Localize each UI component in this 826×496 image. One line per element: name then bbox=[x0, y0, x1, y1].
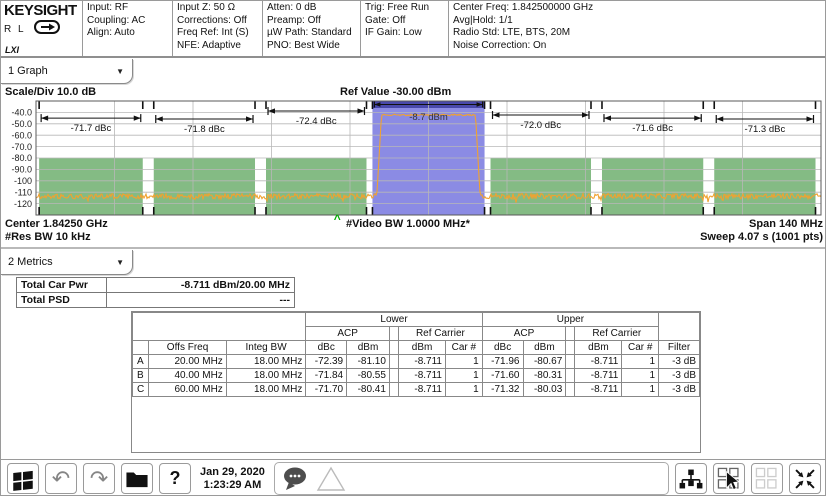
header-info-cell-3: Trig: Free RunGate: OffIF Gain: Low bbox=[361, 1, 449, 56]
svg-text:-60.0: -60.0 bbox=[11, 130, 32, 140]
window-layout-button bbox=[751, 463, 783, 494]
summary-row: Total PSD--- bbox=[17, 293, 295, 308]
acp-group-header-row: Lower Upper bbox=[133, 313, 700, 327]
brand-logo: KEYSIGHT bbox=[4, 2, 79, 19]
metrics-selector-label: 2 Metrics bbox=[8, 256, 53, 268]
mode-label: R L bbox=[4, 24, 26, 35]
scale-row: Scale/Div 10.0 dB Ref Value -30.00 dBm bbox=[1, 86, 826, 98]
redo-icon: ↷ bbox=[90, 468, 108, 490]
svg-text:-50.0: -50.0 bbox=[11, 119, 32, 129]
upper-group-header: Upper bbox=[482, 313, 658, 327]
logo-cell: KEYSIGHT R L LXI bbox=[1, 1, 83, 56]
sequence-icon bbox=[678, 467, 704, 491]
graph-selector-label: 1 Graph bbox=[8, 65, 48, 77]
bottom-toolbar: ↶ ↷ ? Jan 29, 2020 1:23:29 AM bbox=[1, 459, 826, 496]
folder-icon bbox=[124, 467, 150, 491]
svg-text:-72.4 dBc: -72.4 dBc bbox=[296, 116, 337, 127]
header-info-cell-2: Atten: 0 dBPreamp: OffµW Path: StandardP… bbox=[263, 1, 361, 56]
ref-value-label: Ref Value -30.00 dBm bbox=[340, 86, 451, 98]
svg-text:-100: -100 bbox=[14, 176, 32, 186]
collapse-arrows-icon bbox=[792, 466, 818, 492]
lxi-label: LXI bbox=[5, 45, 19, 55]
acp-row-B: B40.00 MHz18.00 MHz-71.84-80.55-8.7111-7… bbox=[133, 369, 700, 383]
window-layout-icon bbox=[754, 466, 780, 492]
redo-button[interactable]: ↷ bbox=[83, 463, 115, 494]
svg-text:-72.0 dBc: -72.0 dBc bbox=[520, 120, 561, 131]
sweep-label: Sweep 4.07 s (1001 pts) bbox=[700, 231, 823, 244]
svg-text:-90.0: -90.0 bbox=[11, 165, 32, 175]
window-select-button[interactable] bbox=[713, 463, 745, 494]
dropdown-arrow-icon: ▼ bbox=[116, 67, 124, 76]
svg-text:-71.7 dBc: -71.7 dBc bbox=[71, 123, 112, 134]
power-summary-table: Total Car Pwr-8.711 dBm/20.00 MHzTotal P… bbox=[16, 277, 295, 308]
header-info-cells: Input: RFCoupling: ACAlign: AutoInput Z:… bbox=[83, 1, 826, 56]
svg-text:-71.8 dBc: -71.8 dBc bbox=[184, 124, 225, 135]
sequence-setup-button[interactable] bbox=[675, 463, 707, 494]
svg-text:-80.0: -80.0 bbox=[11, 153, 32, 163]
undo-button[interactable]: ↶ bbox=[45, 463, 77, 494]
summary-row: Total Car Pwr-8.711 dBm/20.00 MHz bbox=[17, 278, 295, 293]
header-bar: KEYSIGHT R L LXI Input: RFCoupling: ACAl… bbox=[1, 1, 826, 58]
acp-row-A: A20.00 MHz18.00 MHz-72.39-81.10-8.7111-7… bbox=[133, 355, 700, 369]
help-button[interactable]: ? bbox=[159, 463, 191, 494]
acp-results-box: Lower Upper ACP Ref Carrier ACP Ref Carr… bbox=[131, 311, 701, 453]
svg-text:-71.6 dBc: -71.6 dBc bbox=[632, 123, 673, 134]
spectrum-plot[interactable]: -71.7 dBc -71.8 dBc -72.4 dBc -72.0 dBc -71.… bbox=[1, 98, 826, 218]
acp-column-header-row: Offs Freq Integ BW dBc dBm dBm Car # dBc… bbox=[133, 341, 700, 355]
acp-results-table: Lower Upper ACP Ref Carrier ACP Ref Carr… bbox=[132, 312, 700, 397]
header-info-cell-0: Input: RFCoupling: ACAlign: Auto bbox=[83, 1, 173, 56]
message-area[interactable] bbox=[274, 462, 669, 495]
continuous-sweep-icon bbox=[34, 20, 60, 39]
span-label: Span 140 MHz bbox=[700, 218, 823, 231]
datetime-display: Jan 29, 2020 1:23:29 AM bbox=[197, 466, 268, 492]
svg-text:-40.0: -40.0 bbox=[11, 108, 32, 118]
metrics-selector-dropdown[interactable]: 2 Metrics ▼ bbox=[1, 250, 133, 275]
touch-select-icon bbox=[716, 466, 742, 492]
message-bubble-icon bbox=[280, 464, 312, 494]
acp-row-C: C60.00 MHz18.00 MHz-71.70-80.41-8.7111-7… bbox=[133, 383, 700, 397]
analyzer-screen: KEYSIGHT R L LXI Input: RFCoupling: ACAl… bbox=[0, 0, 826, 496]
scale-div-label: Scale/Div 10.0 dB bbox=[5, 86, 96, 98]
undo-icon: ↶ bbox=[52, 468, 70, 490]
graph-selector-dropdown[interactable]: 1 Graph ▼ bbox=[1, 59, 133, 84]
svg-text:-71.3 dBc: -71.3 dBc bbox=[745, 124, 786, 135]
header-info-cell-1: Input Z: 50 ΩCorrections: OffFreq Ref: I… bbox=[173, 1, 263, 56]
res-bw-label: #Res BW 10 kHz bbox=[5, 231, 108, 244]
section-divider bbox=[1, 247, 826, 249]
spectrum-svg: -71.7 dBc -71.8 dBc -72.4 dBc -72.0 dBc -71.… bbox=[1, 98, 826, 218]
alert-triangle-icon bbox=[316, 465, 346, 493]
center-freq-label: Center 1.84250 GHz bbox=[5, 218, 108, 231]
windows-start-button[interactable] bbox=[7, 463, 39, 494]
trigger-caret-marker: ^ bbox=[334, 212, 341, 226]
help-icon: ? bbox=[170, 468, 181, 489]
header-info-cell-4: Center Freq: 1.842500000 GHzAvg|Hold: 1/… bbox=[449, 1, 826, 56]
fullscreen-toggle-button[interactable] bbox=[789, 463, 821, 494]
svg-text:-8.7 dBm: -8.7 dBm bbox=[409, 112, 448, 123]
video-bw-label: #Video BW 1.0000 MHz* bbox=[346, 218, 470, 230]
file-explorer-button[interactable] bbox=[121, 463, 153, 494]
svg-text:-110: -110 bbox=[15, 187, 32, 197]
svg-text:-70.0: -70.0 bbox=[11, 142, 32, 152]
graph-annotations: ^ Center 1.84250 GHz #Res BW 10 kHz #Vid… bbox=[1, 218, 826, 247]
lower-group-header: Lower bbox=[306, 313, 482, 327]
dropdown-arrow-icon: ▼ bbox=[116, 258, 124, 267]
svg-text:-120: -120 bbox=[14, 199, 32, 209]
windows-logo-icon bbox=[10, 466, 36, 492]
